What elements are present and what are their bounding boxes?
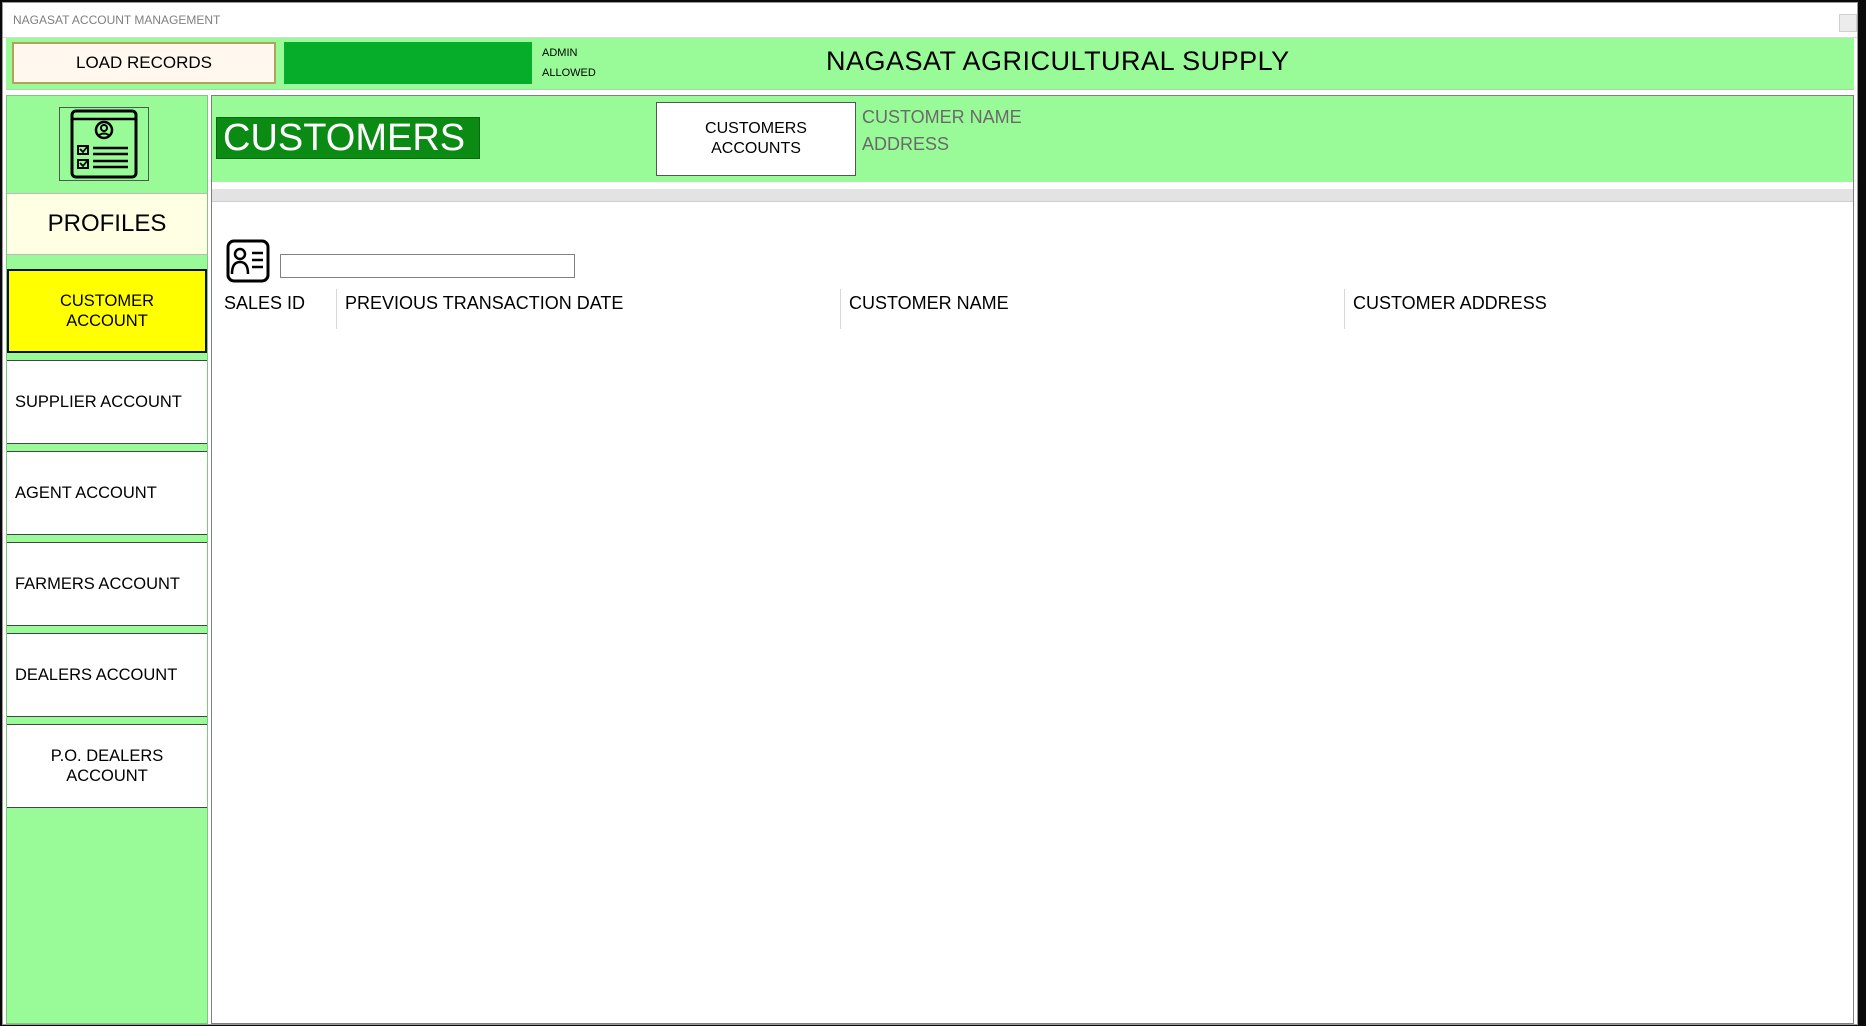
sidebar-item-supplier-account[interactable]: SUPPLIER ACCOUNT [7, 360, 207, 444]
sidebar-item-agent-account[interactable]: AGENT ACCOUNT [7, 451, 207, 535]
column-header-customer-name[interactable]: CUSTOMER NAME [840, 289, 1344, 329]
search-input[interactable] [280, 254, 575, 278]
status-indicator [284, 42, 532, 84]
column-header-customer-address[interactable]: CUSTOMER ADDRESS [1344, 289, 1844, 329]
load-records-button[interactable]: LOAD RECORDS [12, 42, 276, 84]
sidebar-item-customer-account[interactable]: CUSTOMER ACCOUNT [7, 269, 207, 353]
address-label: ADDRESS [862, 134, 950, 154]
close-icon[interactable] [1839, 14, 1857, 32]
sidebar-item-label: SUPPLIER ACCOUNT [15, 393, 182, 411]
main-panel: CUSTOMERS CUSTOMERS ACCOUNTS CUSTOMER NA… [211, 95, 1854, 1024]
sidebar-item-label: DEALERS ACCOUNT [15, 666, 178, 684]
customers-accounts-label: CUSTOMERS ACCOUNTS [705, 120, 807, 157]
sidebar-item-farmers-account[interactable]: FARMERS ACCOUNT [7, 542, 207, 626]
column-header-previous-transaction-date[interactable]: PREVIOUS TRANSACTION DATE [336, 289, 840, 329]
horizontal-scrollbar[interactable] [212, 189, 1853, 202]
sidebar-item-dealers-account[interactable]: DEALERS ACCOUNT [7, 633, 207, 717]
contact-card-icon [226, 239, 270, 283]
access-status-label: ALLOWED [542, 67, 596, 79]
company-name: NAGASAT AGRICULTURAL SUPPLY [826, 46, 1290, 76]
main-header: CUSTOMERS CUSTOMERS ACCOUNTS CUSTOMER NA… [212, 96, 1853, 182]
user-role-label: ADMIN [542, 47, 578, 59]
sidebar-item-po-dealers-account[interactable]: P.O. DEALERS ACCOUNT [7, 724, 207, 808]
app-window: NAGASAT ACCOUNT MANAGEMENT LOAD RECORDS … [2, 2, 1858, 1025]
profiles-heading: PROFILES [7, 193, 207, 255]
sidebar-item-label: P.O. DEALERS ACCOUNT [50, 747, 164, 785]
window-title: NAGASAT ACCOUNT MANAGEMENT [13, 13, 221, 27]
sidebar-item-label: AGENT ACCOUNT [15, 484, 157, 502]
sidebar-item-label: CUSTOMER ACCOUNT [59, 292, 155, 330]
title-bar: NAGASAT ACCOUNT MANAGEMENT [3, 3, 1857, 38]
profile-document-icon [59, 107, 149, 181]
customer-name-label: CUSTOMER NAME [862, 107, 1022, 127]
column-header-sales-id[interactable]: SALES ID [216, 289, 334, 329]
customers-accounts-button[interactable]: CUSTOMERS ACCOUNTS [656, 102, 856, 176]
top-bar: LOAD RECORDS ADMIN ALLOWED NAGASAT AGRIC… [6, 38, 1854, 90]
page-title: CUSTOMERS [216, 117, 480, 159]
sidebar: PROFILES CUSTOMER ACCOUNT SUPPLIER ACCOU… [6, 95, 208, 1024]
sidebar-item-label: FARMERS ACCOUNT [15, 575, 181, 593]
